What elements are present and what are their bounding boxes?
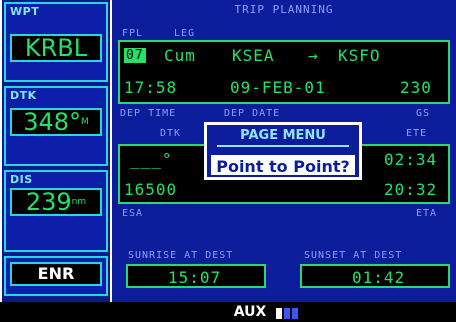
- sunset-value: 01:42: [352, 268, 406, 287]
- page-group-label: AUX: [233, 304, 267, 320]
- dtk-box: DTK 348°M: [4, 86, 108, 166]
- dep-time-label: DEP TIME: [120, 108, 177, 119]
- dep-date-value[interactable]: 09-FEB-01: [230, 78, 326, 97]
- eta-value: 20:32: [384, 180, 438, 199]
- dis-number: 239: [25, 188, 72, 216]
- page-indicator-box: [292, 308, 298, 319]
- sunset-label: SUNSET AT DEST: [304, 250, 403, 261]
- page-menu-title: PAGE MENU: [240, 128, 326, 143]
- dtk-label: DTK: [10, 89, 37, 102]
- trip-panel: 07 Cum KSEA → KSFO 17:58 09-FEB-01 230: [118, 40, 450, 104]
- page-indicator-box: [276, 308, 282, 319]
- fpl-number[interactable]: 07: [124, 48, 146, 63]
- sunrise-panel: 15:07: [126, 264, 266, 288]
- dis-value: 239nm: [10, 188, 102, 216]
- gs-value[interactable]: 230: [400, 78, 432, 97]
- dtk-number: 348°: [23, 108, 82, 136]
- dtk-value: 348°M: [10, 108, 102, 136]
- eta-label: ETA: [416, 208, 438, 219]
- sidebar: WPT KRBL DTK 348°M DIS 239nm ENR: [2, 0, 110, 302]
- dtk-col-label: DTK: [160, 128, 182, 139]
- trip-planning-page: TRIP PLANNING FPL LEG 07 Cum KSEA → KSFO…: [112, 0, 456, 302]
- wpt-box: WPT KRBL: [4, 2, 108, 82]
- from-waypoint[interactable]: KSEA: [232, 46, 275, 65]
- wpt-label: WPT: [10, 5, 40, 18]
- sunset-panel: 01:42: [300, 264, 450, 288]
- dis-label: DIS: [10, 173, 33, 186]
- wpt-value: KRBL: [10, 34, 102, 62]
- ete-value: 02:34: [384, 150, 438, 169]
- page-title: TRIP PLANNING: [234, 3, 334, 16]
- status-bar: AUX: [0, 302, 456, 322]
- dep-time-value[interactable]: 17:58: [124, 78, 177, 97]
- dtk-unit: M: [81, 117, 89, 127]
- leg-mode[interactable]: Cum: [164, 46, 196, 65]
- arrow-icon: →: [308, 46, 319, 65]
- page-menu: PAGE MENU Point to Point?: [204, 122, 362, 180]
- mode-box: ENR: [4, 256, 108, 296]
- gps-screen: WPT KRBL DTK 348°M DIS 239nm ENR TRIP PL…: [0, 0, 456, 322]
- page-menu-divider: [217, 145, 349, 147]
- fpl-label: FPL: [122, 28, 144, 39]
- sunrise-label: SUNRISE AT DEST: [128, 250, 234, 261]
- sunrise-value: 15:07: [168, 268, 222, 287]
- ete-label: ETE: [406, 128, 428, 139]
- dis-unit: nm: [71, 197, 87, 207]
- point-to-point-option[interactable]: Point to Point?: [209, 153, 357, 177]
- gs-label: GS: [416, 108, 431, 119]
- esa-value: 16500: [124, 180, 178, 199]
- dep-date-label: DEP DATE: [224, 108, 281, 119]
- leg-label: LEG: [174, 28, 196, 39]
- dtk-field: ___°: [130, 150, 173, 169]
- dis-box: DIS 239nm: [4, 170, 108, 252]
- to-waypoint[interactable]: KSFO: [338, 46, 381, 65]
- mode-value: ENR: [10, 262, 102, 286]
- page-indicator-box: [284, 308, 290, 319]
- esa-label: ESA: [122, 208, 144, 219]
